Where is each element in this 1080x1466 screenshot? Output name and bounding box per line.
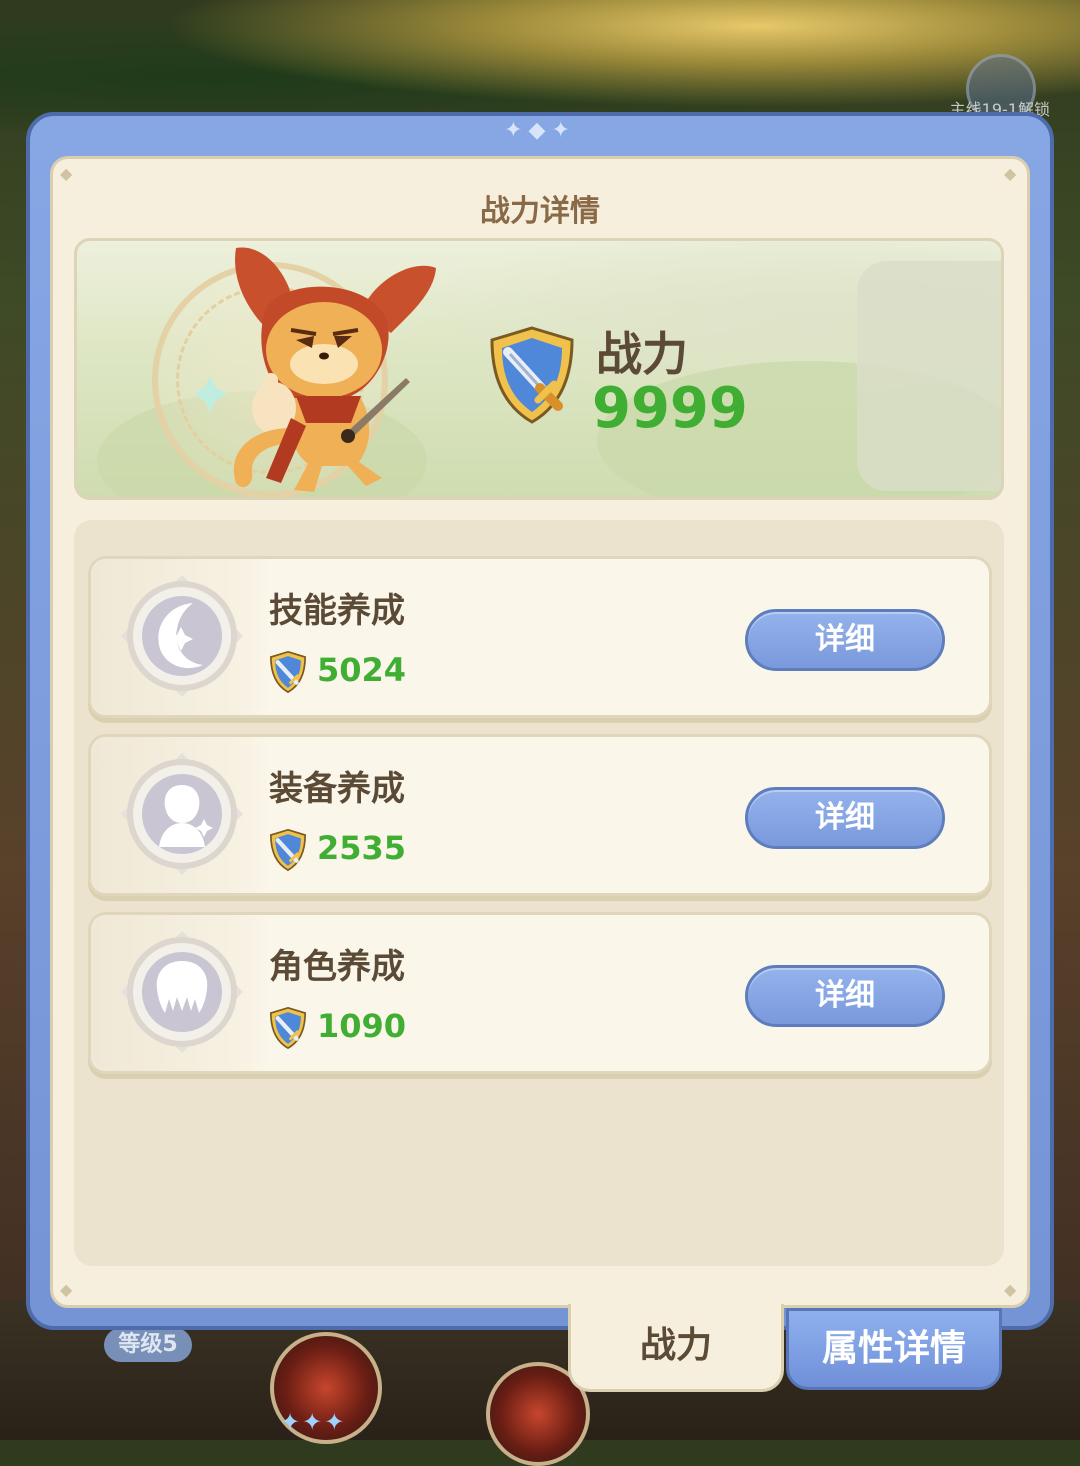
power-label: 战力 (596, 327, 688, 381)
frame-ornament-icon: ✦◆✦ (504, 118, 576, 143)
power-shield-icon (269, 1007, 307, 1049)
item-name: 装备养成 (269, 769, 405, 809)
tab-power[interactable]: 战力 (568, 1304, 784, 1392)
corner-ornament-icon: ◆ (60, 1280, 73, 1299)
item-power-value: 2535 (317, 829, 407, 867)
hooded-figure-icon (121, 753, 243, 875)
star-rating-icon: ✦✦✦ (280, 1408, 347, 1436)
list-item-skill: 技能养成 5024 详细 (88, 556, 992, 718)
power-shield-icon (269, 829, 307, 871)
tab-attribute-details[interactable]: 属性详情 (786, 1308, 1002, 1390)
item-name: 技能养成 (269, 591, 405, 631)
power-shield-icon (269, 651, 307, 693)
moon-sparkle-icon (121, 575, 243, 697)
dialog-title: 战力详情 (480, 194, 600, 229)
item-name: 角色养成 (269, 947, 405, 987)
mascot-character (196, 247, 436, 492)
level-tag: 等级5 (104, 1328, 192, 1362)
corner-ornament-icon: ◆ (60, 164, 73, 183)
details-button[interactable]: 详细 (745, 965, 945, 1027)
corner-ornament-icon: ◆ (1004, 1280, 1017, 1299)
character-head-icon (121, 931, 243, 1053)
details-button[interactable]: 详细 (745, 787, 945, 849)
corner-ornament-icon: ◆ (1004, 164, 1017, 183)
item-power-value: 5024 (317, 651, 407, 689)
item-power-value: 1090 (317, 1007, 407, 1045)
list-item-character: 角色养成 1090 详细 (88, 912, 992, 1074)
power-value: 9999 (592, 376, 748, 441)
list-item-equipment: 装备养成 2535 详细 (88, 734, 992, 896)
details-button[interactable]: 详细 (745, 609, 945, 671)
power-shield-icon (490, 326, 574, 424)
background-scene (0, 0, 1080, 130)
